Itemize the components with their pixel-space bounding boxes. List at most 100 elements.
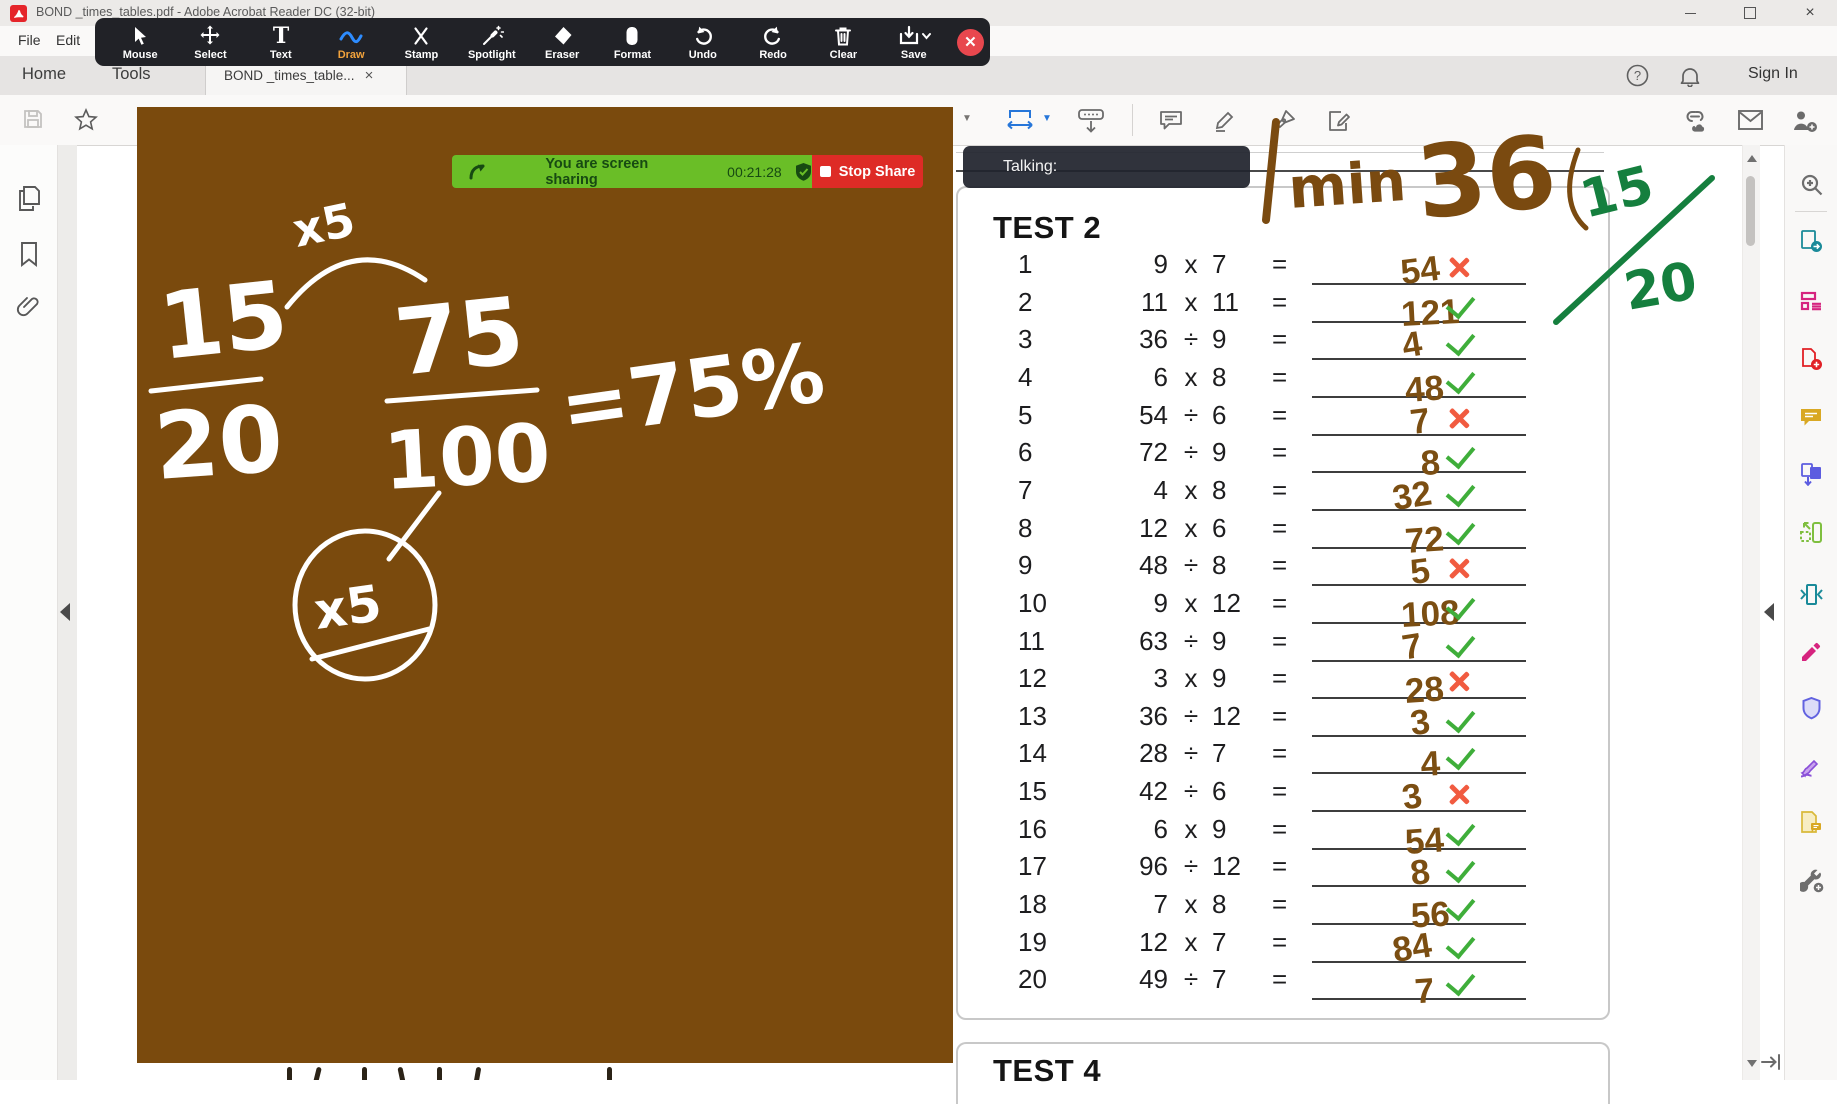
circled-multiplier-label: x5 (311, 574, 385, 641)
test2-title: TEST 2 (993, 210, 1101, 246)
tool-save[interactable]: Save (879, 18, 949, 66)
shield-check-icon (794, 162, 812, 182)
page-fit-icon[interactable] (1006, 108, 1040, 133)
edit-pdf-icon[interactable] (1800, 290, 1823, 312)
save-icon (897, 24, 931, 48)
eraser-icon (550, 24, 574, 48)
menu-edit[interactable]: Edit (56, 32, 80, 48)
bookmarks-icon[interactable] (17, 241, 41, 267)
left-fraction-numerator: 15 (154, 261, 293, 381)
protect-icon[interactable] (1800, 697, 1823, 721)
result-label: =75% (555, 326, 831, 457)
tab-close-icon[interactable]: × (365, 67, 374, 84)
text-icon: T (269, 24, 293, 48)
add-person-icon[interactable] (1790, 108, 1820, 135)
screen-share-bar: You are screen sharing 00:21:28 Stop Sha… (452, 155, 923, 188)
comment-bubble-icon[interactable] (1158, 108, 1184, 134)
email-icon[interactable] (1737, 108, 1764, 133)
tool-eraser[interactable]: Eraser (527, 18, 597, 66)
draw-icon (338, 24, 364, 48)
page-thumbnails-icon[interactable] (16, 185, 42, 212)
spotlight-icon (480, 24, 504, 48)
redo-icon (761, 24, 785, 48)
scroll-up-icon[interactable] (1747, 155, 1757, 162)
highlighter-icon[interactable] (1212, 108, 1238, 134)
move-icon (198, 24, 222, 48)
scrollbar-thumb[interactable] (1746, 176, 1755, 246)
tool-stamp[interactable]: Stamp (386, 18, 456, 66)
zoom-annotation-toolbar: Mouse Select T Text Draw Stamp Spotlight… (95, 18, 990, 66)
maximize-icon[interactable] (1728, 0, 1772, 26)
expand-right-pane-icon[interactable] (1764, 603, 1774, 621)
svg-text:?: ? (1634, 68, 1641, 83)
stop-share-button[interactable]: Stop Share (812, 155, 923, 188)
tool-format[interactable]: Format (597, 18, 667, 66)
tool-undo[interactable]: Undo (668, 18, 738, 66)
score-denominator: 20 (1620, 251, 1702, 323)
search-tools-icon[interactable] (1800, 173, 1824, 197)
bell-icon[interactable] (1679, 64, 1701, 87)
fill-sign-icon[interactable] (1800, 755, 1823, 778)
whiteboard-canvas[interactable]: x5 15 20 75 100 =75% x5 (137, 107, 953, 1063)
tab-tools[interactable]: Tools (112, 65, 151, 84)
redact-icon[interactable] (1800, 641, 1823, 663)
organize-pages-icon[interactable] (1800, 521, 1823, 544)
create-pdf-icon[interactable] (1800, 348, 1823, 371)
stamp-icon (409, 24, 433, 48)
top-multiplier-label: x5 (288, 192, 360, 258)
tool-mouse[interactable]: Mouse (105, 18, 175, 66)
close-icon[interactable]: × (1788, 0, 1832, 26)
stop-icon (820, 166, 831, 177)
star-icon[interactable] (74, 108, 98, 131)
menu-file[interactable]: File (18, 32, 41, 48)
minimize-icon[interactable] (1668, 0, 1712, 26)
save-file-icon[interactable] (22, 108, 44, 130)
share-timer: 00:21:28 (727, 164, 782, 180)
scroll-down-icon[interactable] (1747, 1060, 1757, 1067)
right-fraction-numerator: 75 (390, 277, 529, 397)
scroll-mode-icon[interactable] (1076, 108, 1106, 134)
right-tools-sidebar (1784, 145, 1837, 1080)
tool-select[interactable]: Select (175, 18, 245, 66)
compress-pdf-icon[interactable] (1800, 583, 1823, 606)
sign-in-button[interactable]: Sign In (1748, 65, 1798, 83)
trash-icon (831, 24, 855, 48)
next-view-icon[interactable] (1760, 1052, 1782, 1072)
right-fraction-denominator: 100 (381, 406, 553, 508)
time-digit-stroke (1266, 122, 1276, 220)
time-unit-text: min (1286, 149, 1408, 222)
vertical-scrollbar[interactable] (1742, 145, 1760, 1080)
score-numerator: 15 (1575, 155, 1660, 231)
close-toolbar-icon[interactable]: ✕ (957, 29, 984, 56)
test4-title: TEST 4 (993, 1053, 1101, 1089)
time-note: min 36 (1252, 98, 1582, 253)
tool-draw[interactable]: Draw (316, 18, 386, 66)
format-icon (620, 24, 644, 48)
tool-text[interactable]: T Text (246, 18, 316, 66)
cursor-icon (128, 24, 152, 48)
score-note: 15 20 (1538, 138, 1738, 348)
page-fit-caret-icon[interactable]: ▼ (1042, 113, 1052, 124)
save-caret-icon (923, 34, 930, 38)
more-tools-icon[interactable] (1800, 869, 1824, 893)
stop-share-label: Stop Share (839, 164, 916, 180)
tab-home[interactable]: Home (22, 65, 66, 84)
send-comments-icon[interactable] (1800, 811, 1823, 834)
collapse-left-pane-icon[interactable] (60, 603, 70, 621)
attachments-icon[interactable] (15, 293, 43, 323)
tool-redo[interactable]: Redo (738, 18, 808, 66)
share-status-text: You are screen sharing (545, 156, 699, 188)
tool-clear[interactable]: Clear (808, 18, 878, 66)
help-icon[interactable]: ? (1626, 64, 1649, 87)
combine-files-icon[interactable] (1800, 463, 1823, 486)
chevron-down-icon[interactable]: ▼ (962, 113, 972, 124)
share-status-section: You are screen sharing 00:21:28 (452, 155, 812, 188)
sidebar-divider (1795, 211, 1827, 212)
comment-icon[interactable] (1800, 407, 1823, 428)
share-link-icon[interactable] (1682, 108, 1710, 134)
left-fraction-denominator: 20 (151, 385, 286, 501)
export-pdf-icon[interactable] (1800, 230, 1823, 253)
pdf-app-icon (10, 5, 27, 22)
talking-label: Talking: (1003, 158, 1057, 176)
tool-spotlight[interactable]: Spotlight (457, 18, 527, 66)
